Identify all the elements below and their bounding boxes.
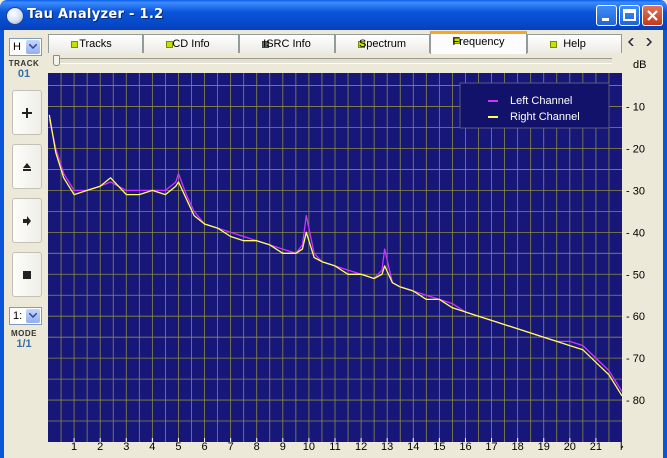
mode-value: 1/1 [16, 338, 32, 350]
x-tick-label: 15 [433, 441, 445, 453]
y-tick-label: - 30 [626, 185, 645, 197]
tab-label: Tracks [79, 38, 112, 50]
legend-label-left: Left Channel [510, 95, 572, 107]
tab-isrc-info[interactable]: ISRC Info [239, 34, 335, 53]
mode-label: MODE [11, 329, 37, 338]
x-tick-label: 12 [355, 441, 367, 453]
app-icon [6, 7, 24, 25]
plus-icon [22, 108, 32, 118]
tab-scroll-left[interactable] [624, 34, 639, 50]
tab-spectrum[interactable]: Spectrum [335, 34, 430, 53]
tab-bar: Tracks CD Info ISRC Info Spectrum Freque… [44, 30, 663, 54]
x-tick-label: 1 [71, 441, 77, 453]
minimize-button[interactable] [596, 5, 617, 26]
y-tick-label: - 80 [626, 395, 645, 407]
chevron-down-icon[interactable] [26, 309, 40, 323]
track-label: TRACK [8, 59, 40, 68]
y-axis-labels: - 10 - 20 - 30 - 40 - 50 - 60 - 70 - 80 [626, 102, 645, 408]
tab-label: Frequency [452, 36, 505, 48]
tab-label: Help [563, 38, 586, 50]
title-bar[interactable]: Tau Analyzer - 1.2 [0, 0, 667, 30]
y-tick-label: - 50 [626, 269, 645, 281]
y-tick-label: - 10 [626, 102, 645, 114]
tab-label: CD Info [172, 38, 210, 50]
maximize-icon [623, 9, 636, 21]
x-tick-label: 20 [564, 441, 576, 453]
tab-label: ISRC Info [263, 38, 311, 50]
track-number: 01 [17, 68, 31, 80]
add-button[interactable] [12, 90, 42, 135]
x-tick-label: 14 [407, 441, 419, 453]
tab-label: Spectrum [358, 38, 407, 50]
maximize-button[interactable] [619, 5, 640, 26]
x-tick-label: 11 [329, 441, 340, 453]
stop-icon [23, 271, 31, 279]
x-tick-label: 3 [123, 441, 129, 453]
legend: Left Channel Right Channel [459, 82, 610, 129]
frequency-plot: Left Channel Right Channel 1 2 3 4 5 6 7 8 9 10 11… [44, 70, 623, 454]
window-title: Tau Analyzer - 1.2 [27, 7, 164, 22]
play-icon [23, 216, 31, 226]
tab-help[interactable]: Help [527, 34, 622, 53]
mode-select[interactable]: 1: [9, 307, 42, 325]
tab-tracks[interactable]: Tracks [48, 34, 143, 53]
x-tick-label: 9 [280, 441, 286, 453]
x-tick-label: 16 [459, 441, 471, 453]
tab-frequency[interactable]: Frequency [430, 31, 527, 54]
chevron-right-icon [646, 38, 652, 46]
frequency-chart: Left Channel Right Channel [48, 73, 623, 442]
channel-select[interactable]: H [9, 38, 42, 56]
left-control-panel: H TRACK 01 1: MODE 1/1 [4, 30, 42, 458]
y-tick-label: - 60 [626, 311, 645, 323]
x-tick-label: 18 [512, 441, 524, 453]
stop-button[interactable] [12, 252, 42, 297]
eject-icon [23, 163, 31, 171]
y-tick-label: - 70 [626, 353, 645, 365]
x-tick-label: 4 [149, 441, 155, 453]
x-tick-label: 13 [381, 441, 393, 453]
x-tick-label: 8 [254, 441, 260, 453]
minimize-icon [602, 18, 609, 21]
channel-select-value: H [13, 41, 21, 53]
eject-button[interactable] [12, 144, 42, 189]
y-tick-label: - 20 [626, 143, 645, 155]
x-tick-label: 2 [97, 441, 103, 453]
chevron-down-icon[interactable] [26, 40, 40, 54]
close-icon [647, 10, 658, 21]
x-tick-label: 19 [538, 441, 550, 453]
tab-cd-info[interactable]: CD Info [143, 34, 239, 53]
x-tick-label: 10 [303, 441, 315, 453]
position-slider-thumb[interactable] [53, 55, 60, 66]
tab-scroll-right[interactable] [642, 34, 657, 50]
x-axis-labels: 123456789101112131415161718192021kHz [71, 441, 623, 453]
x-tick-label: 5 [175, 441, 181, 453]
legend-label-right: Right Channel [510, 111, 580, 123]
y-tick-label: - 40 [626, 227, 645, 239]
position-slider-track[interactable] [54, 58, 612, 64]
play-button[interactable] [12, 198, 42, 243]
mode-select-value: 1: [13, 310, 23, 322]
x-tick-label: 17 [485, 441, 497, 453]
x-tick-label: 21 [590, 441, 602, 453]
chevron-left-icon [628, 38, 634, 46]
x-tick-label: 7 [228, 441, 234, 453]
x-tick-label: 6 [201, 441, 207, 453]
close-button[interactable] [642, 5, 663, 26]
